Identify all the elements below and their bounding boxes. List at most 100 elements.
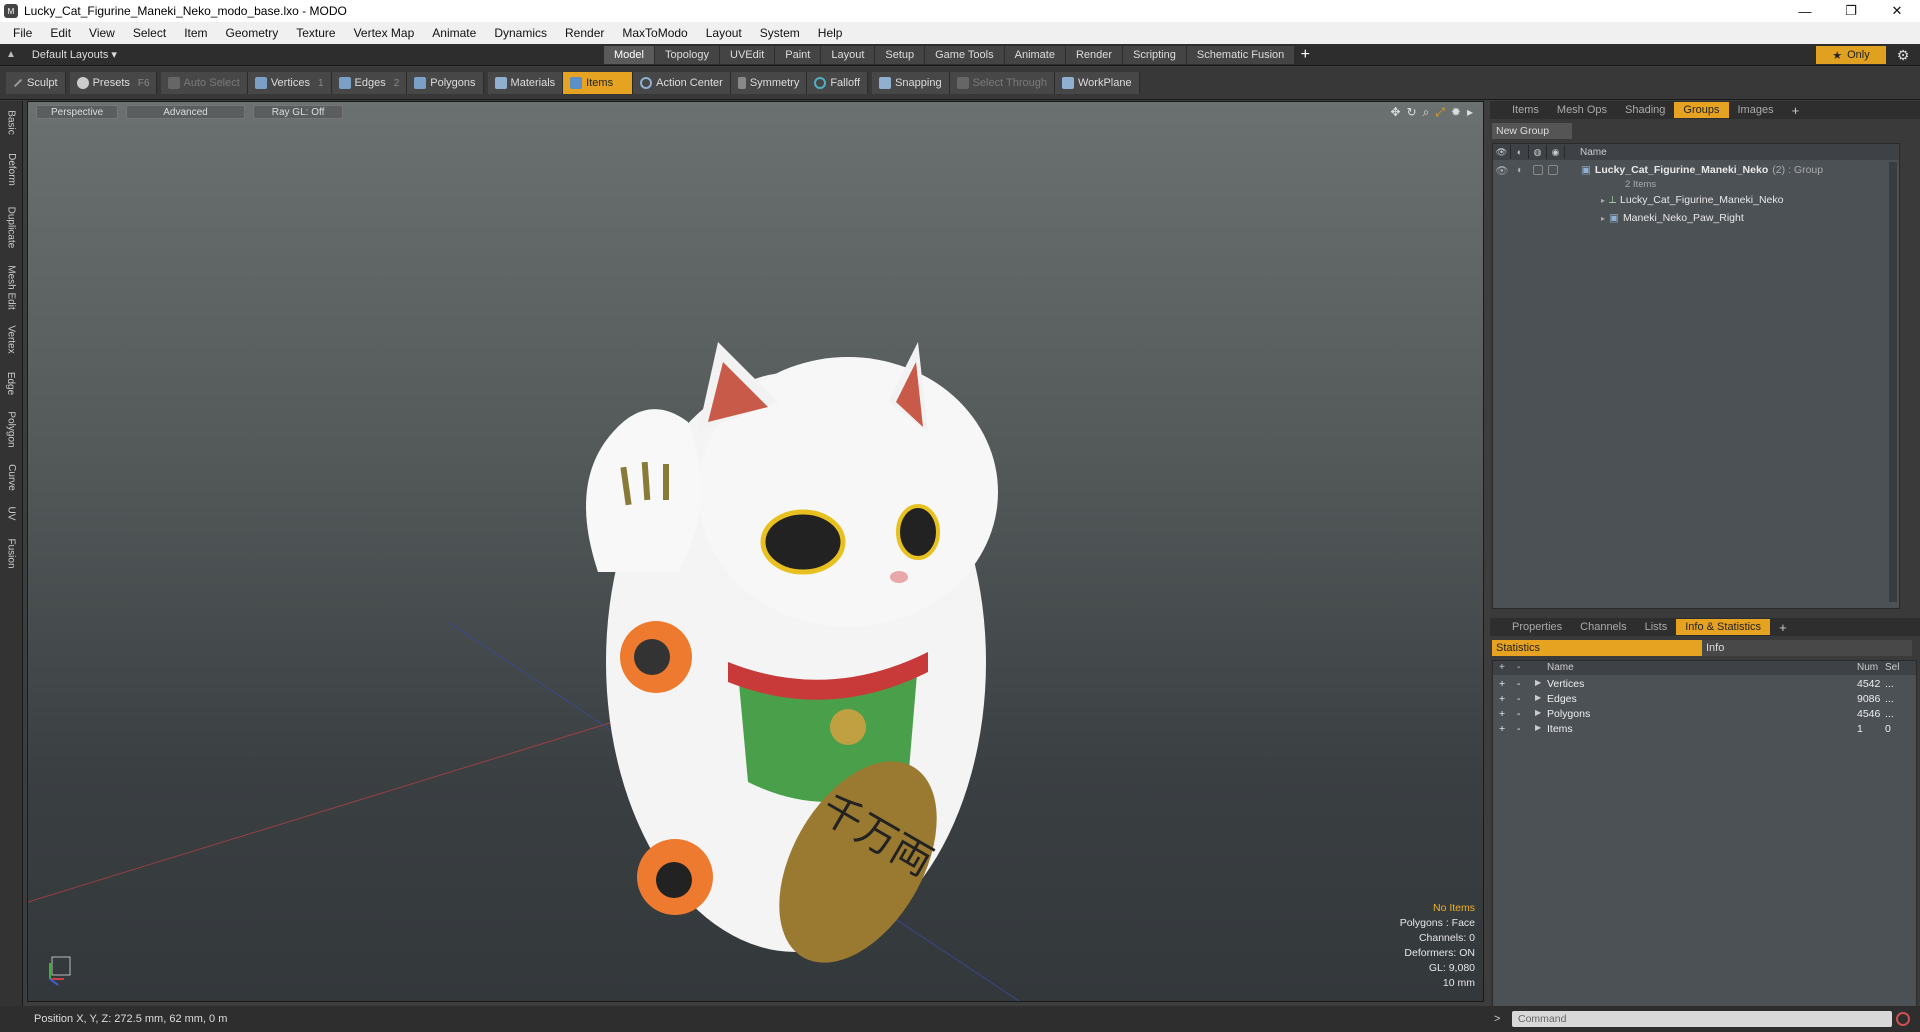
- tab-info-statistics[interactable]: Info & Statistics: [1676, 619, 1771, 635]
- remove-selection-button[interactable]: -: [1517, 693, 1521, 705]
- expand-arrow-icon[interactable]: ▶: [1535, 708, 1541, 717]
- tab-images[interactable]: Images: [1729, 102, 1783, 118]
- select-through-button[interactable]: Select Through: [949, 72, 1055, 94]
- vtab-vertex[interactable]: Vertex: [2, 319, 20, 359]
- tab-game-tools[interactable]: Game Tools: [925, 46, 1005, 64]
- vtab-deform[interactable]: Deform: [2, 147, 20, 191]
- menu-item[interactable]: Item: [175, 26, 216, 40]
- vtab-edge[interactable]: Edge: [2, 365, 20, 401]
- select-icon[interactable]: ◉: [1547, 145, 1565, 159]
- tab-items[interactable]: Items: [1490, 102, 1548, 118]
- menu-layout[interactable]: Layout: [697, 26, 751, 40]
- expand-arrow-icon[interactable]: ▸: [1601, 214, 1605, 223]
- vtab-fusion[interactable]: Fusion: [2, 531, 20, 575]
- menu-geometry[interactable]: Geometry: [217, 26, 288, 40]
- menu-vertex-map[interactable]: Vertex Map: [345, 26, 424, 40]
- snapping-button[interactable]: Snapping: [872, 72, 950, 94]
- menu-file[interactable]: File: [4, 26, 41, 40]
- raygl-toggle[interactable]: Ray GL: Off: [252, 105, 344, 119]
- items-button[interactable]: Items: [563, 72, 634, 94]
- add-panel-tab-button[interactable]: +: [1770, 619, 1796, 635]
- subtab-statistics[interactable]: Statistics: [1492, 640, 1702, 656]
- auto-select-button[interactable]: Auto Select: [160, 72, 248, 94]
- close-button[interactable]: ✕: [1874, 0, 1920, 22]
- action-center-button[interactable]: Action Center: [633, 72, 731, 94]
- vtab-polygon[interactable]: Polygon: [2, 405, 20, 453]
- group-lock-checkbox[interactable]: [1533, 165, 1543, 175]
- layout-dropdown[interactable]: ▲ Default Layouts ▾: [6, 48, 117, 62]
- menu-select[interactable]: Select: [124, 26, 175, 40]
- gear-icon[interactable]: ⚙: [1894, 46, 1912, 64]
- menu-texture[interactable]: Texture: [287, 26, 344, 40]
- add-selection-button[interactable]: +: [1499, 693, 1505, 705]
- menu-maxtomodo[interactable]: MaxToModo: [613, 26, 696, 40]
- restore-button[interactable]: ❐: [1828, 0, 1874, 22]
- add-tab-button[interactable]: +: [1295, 46, 1315, 64]
- vtab-mesh-edit[interactable]: Mesh Edit: [2, 259, 20, 315]
- menu-view[interactable]: View: [80, 26, 124, 40]
- tab-render[interactable]: Render: [1065, 46, 1124, 64]
- expand-arrow-icon[interactable]: ▶: [1535, 678, 1541, 687]
- table-row[interactable]: + - ▶ Polygons 4546 ...: [1493, 707, 1916, 722]
- shading-mode-button[interactable]: Advanced: [126, 105, 245, 119]
- menu-animate[interactable]: Animate: [423, 26, 485, 40]
- sculpt-button[interactable]: Sculpt: [6, 72, 66, 94]
- vtab-duplicate[interactable]: Duplicate: [2, 199, 20, 255]
- command-input[interactable]: Command: [1512, 1011, 1892, 1027]
- add-selection-button[interactable]: +: [1499, 708, 1505, 720]
- tab-mesh-ops[interactable]: Mesh Ops: [1548, 102, 1616, 118]
- viewport-menu-icon[interactable]: ▸: [1467, 105, 1473, 120]
- edges-button[interactable]: Edges 2: [331, 72, 408, 94]
- vtab-curve[interactable]: Curve: [2, 457, 20, 497]
- new-group-button[interactable]: New Group: [1492, 123, 1572, 139]
- tab-shading[interactable]: Shading: [1616, 102, 1674, 118]
- render-icon[interactable]: ◐: [1511, 145, 1529, 159]
- expand-arrow-icon[interactable]: ▶: [1535, 693, 1541, 702]
- lucky-cat-model[interactable]: 千万両: [586, 342, 998, 990]
- remove-selection-button[interactable]: -: [1517, 678, 1521, 690]
- table-row[interactable]: + - ▶ Edges 9086 ...: [1493, 692, 1916, 707]
- vtab-basic[interactable]: Basic: [2, 105, 20, 139]
- tab-lists[interactable]: Lists: [1636, 619, 1677, 635]
- presets-button[interactable]: Presets F6: [69, 72, 157, 94]
- lock-icon[interactable]: ◍: [1529, 145, 1547, 159]
- materials-button[interactable]: Materials: [487, 72, 564, 94]
- expand-arrow-icon[interactable]: ▸: [1601, 196, 1605, 205]
- 3d-viewport[interactable]: 千万両 Perspective Advanced Ray GL: Off ✥ ↻…: [27, 101, 1484, 1002]
- subtab-info[interactable]: Info: [1702, 640, 1912, 656]
- group-child-row[interactable]: ▸ ⟂ Lucky_Cat_Figurine_Maneki_Neko: [1493, 192, 1899, 208]
- menu-help[interactable]: Help: [809, 26, 852, 40]
- menu-dynamics[interactable]: Dynamics: [485, 26, 556, 40]
- group-select-checkbox[interactable]: [1548, 165, 1558, 175]
- tab-channels[interactable]: Channels: [1571, 619, 1635, 635]
- only-button[interactable]: ★ Only: [1816, 46, 1886, 64]
- remove-selection-button[interactable]: -: [1517, 708, 1521, 720]
- add-selection-button[interactable]: +: [1499, 723, 1505, 735]
- polygons-button[interactable]: Polygons: [407, 72, 484, 94]
- vertices-button[interactable]: Vertices 1: [247, 72, 332, 94]
- table-row[interactable]: + - ▶ Items 1 0: [1493, 722, 1916, 737]
- add-panel-tab-button[interactable]: +: [1783, 102, 1809, 118]
- remove-selection-button[interactable]: -: [1517, 723, 1521, 735]
- workplane-button[interactable]: WorkPlane: [1055, 72, 1140, 94]
- expand-arrow-icon[interactable]: ▶: [1535, 723, 1541, 732]
- tab-animate[interactable]: Animate: [1004, 46, 1066, 64]
- groups-scrollbar[interactable]: [1889, 162, 1897, 602]
- tab-schematic-fusion[interactable]: Schematic Fusion: [1186, 46, 1296, 64]
- pan-icon[interactable]: ✥: [1390, 105, 1400, 120]
- table-row[interactable]: + - ▶ Vertices 4542 ...: [1493, 677, 1916, 692]
- falloff-button[interactable]: Falloff: [807, 72, 869, 94]
- group-child-row[interactable]: ▸ ▣ Maneki_Neko_Paw_Right: [1493, 210, 1899, 226]
- viewport-settings-icon[interactable]: ✹: [1451, 105, 1461, 120]
- record-macro-icon[interactable]: [1896, 1012, 1910, 1026]
- fit-icon[interactable]: ⤢: [1435, 105, 1445, 120]
- tab-scripting[interactable]: Scripting: [1123, 46, 1187, 64]
- collapse-up-icon[interactable]: ▲: [6, 49, 16, 60]
- add-selection-button[interactable]: +: [1499, 678, 1505, 690]
- eye-icon[interactable]: 👁: [1493, 145, 1511, 159]
- zoom-icon[interactable]: ⌕: [1423, 105, 1430, 120]
- menu-render[interactable]: Render: [556, 26, 613, 40]
- rotate-icon[interactable]: ↻: [1407, 105, 1417, 120]
- menu-edit[interactable]: Edit: [41, 26, 80, 40]
- view-mode-button[interactable]: Perspective: [36, 105, 119, 119]
